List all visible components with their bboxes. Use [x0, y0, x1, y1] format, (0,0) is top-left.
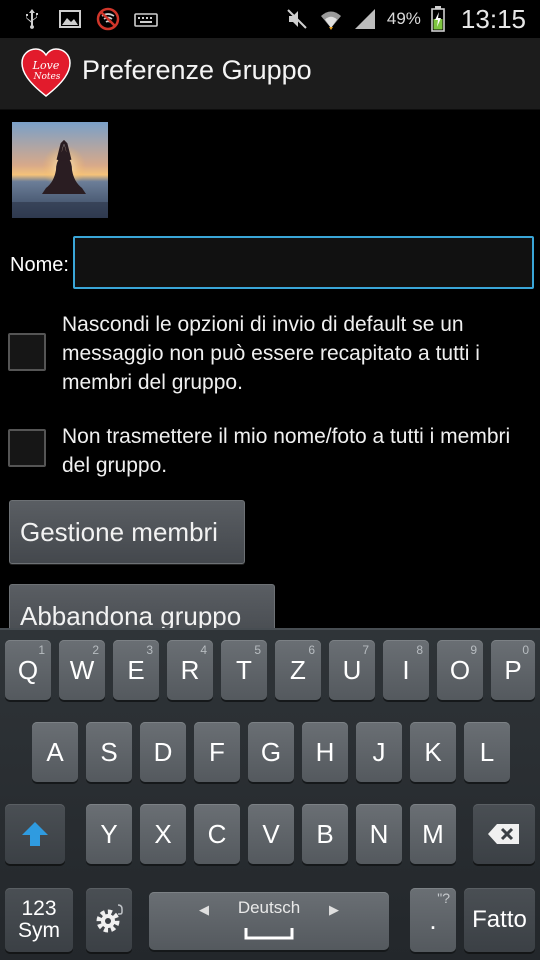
status-bar-right: 49% 13:15 — [285, 0, 526, 38]
key-u-number: 7 — [362, 643, 369, 657]
language-left-arrow-icon: ◀ — [199, 902, 209, 917]
mute-icon — [287, 9, 307, 29]
key-k[interactable]: K — [410, 722, 456, 782]
option-hide-default-send[interactable]: Nascondi le opzioni di invio di default … — [8, 310, 536, 397]
settings-key[interactable] — [86, 888, 132, 952]
key-j[interactable]: J — [356, 722, 402, 782]
symbols-key[interactable]: 123 Sym — [5, 888, 73, 952]
key-z[interactable]: 6Z — [275, 640, 321, 700]
space-bar-icon — [244, 928, 294, 940]
battery-percent: 49% — [386, 9, 421, 28]
no-broadcast-identity-label: Non trasmettere il mio nome/foto a tutti… — [62, 425, 511, 477]
key-i[interactable]: 8I — [383, 640, 429, 700]
keyboard-icon — [134, 13, 158, 27]
key-t-label: T — [236, 654, 252, 685]
key-z-label: Z — [290, 654, 306, 685]
key-v[interactable]: V — [248, 804, 294, 864]
done-key[interactable]: Fatto — [464, 888, 535, 952]
key-a[interactable]: A — [32, 722, 78, 782]
logo-text-line1: Love — [32, 59, 60, 72]
status-bar-left — [20, 6, 158, 32]
love-notes-logo[interactable]: Love Notes — [20, 48, 72, 98]
shift-key[interactable] — [5, 804, 65, 864]
key-r-label: R — [180, 654, 200, 685]
key-q[interactable]: 1Q — [5, 640, 51, 700]
key-c[interactable]: C — [194, 804, 240, 864]
onscreen-keyboard: 1Q 2W 3E 4R 5T 6Z 7U 8I 9O 0P A S D F G … — [0, 628, 540, 960]
key-o[interactable]: 9O — [437, 640, 483, 700]
key-y[interactable]: Y — [86, 804, 132, 864]
no-broadcast-identity-checkbox[interactable] — [8, 429, 46, 467]
leave-group-button[interactable]: Abbandona gruppo — [9, 584, 275, 628]
period-key[interactable]: "? . — [410, 888, 456, 952]
key-b[interactable]: B — [302, 804, 348, 864]
key-w[interactable]: 2W — [59, 640, 105, 700]
key-i-number: 8 — [416, 643, 423, 657]
key-h[interactable]: H — [302, 722, 348, 782]
battery-charging-icon — [431, 6, 445, 32]
period-key-alt: "? — [437, 890, 450, 906]
group-photo[interactable] — [12, 122, 108, 218]
key-q-label: Q — [17, 654, 39, 685]
symbols-key-line2: Sym — [18, 919, 60, 942]
key-e-label: E — [127, 654, 145, 685]
key-p[interactable]: 0P — [491, 640, 535, 700]
key-t-number: 5 — [254, 643, 261, 657]
key-g[interactable]: G — [248, 722, 294, 782]
logo-text-line2: Notes — [33, 72, 61, 82]
key-r[interactable]: 4R — [167, 640, 213, 700]
key-n[interactable]: N — [356, 804, 402, 864]
key-p-number: 0 — [522, 643, 529, 657]
clock: 13:15 — [460, 3, 526, 34]
action-bar: Love Notes Preferenze Gruppo — [0, 38, 540, 110]
language-right-arrow-icon: ▶ — [329, 902, 339, 917]
space-key[interactable]: Deutsch ◀ ▶ — [149, 892, 389, 950]
key-r-number: 4 — [200, 643, 207, 657]
key-d[interactable]: D — [140, 722, 186, 782]
cellular-signal-icon — [354, 9, 375, 29]
shift-arrow-icon — [22, 822, 48, 846]
key-z-number: 6 — [308, 643, 315, 657]
usb-icon — [26, 9, 38, 29]
gear-icon — [96, 904, 123, 933]
page-title: Preferenze Gruppo — [82, 55, 312, 85]
name-field[interactable] — [73, 236, 534, 289]
backspace-icon — [488, 824, 519, 844]
no-signal-icon — [96, 7, 120, 31]
key-f[interactable]: F — [194, 722, 240, 782]
name-label: Nome: — [10, 254, 69, 276]
hide-default-send-label: Nascondi le opzioni di invio di default … — [62, 313, 480, 394]
period-key-label: . — [429, 904, 437, 935]
key-t[interactable]: 5T — [221, 640, 267, 700]
key-q-number: 1 — [38, 643, 45, 657]
option-no-broadcast-identity[interactable]: Non trasmettere il mio nome/foto a tutti… — [8, 422, 536, 480]
manage-members-button[interactable]: Gestione membri — [9, 500, 245, 564]
key-w-label: W — [69, 654, 95, 685]
key-x[interactable]: X — [140, 804, 186, 864]
key-s[interactable]: S — [86, 722, 132, 782]
image-icon — [59, 10, 81, 28]
key-m[interactable]: M — [410, 804, 456, 864]
hide-default-send-checkbox[interactable] — [8, 333, 46, 371]
wifi-icon — [320, 11, 341, 30]
key-w-number: 2 — [92, 643, 99, 657]
key-u[interactable]: 7U — [329, 640, 375, 700]
key-o-number: 9 — [470, 643, 477, 657]
symbols-key-line1: 123 — [21, 897, 57, 920]
space-key-language: Deutsch — [237, 898, 301, 917]
group-preferences-form: Nome: Nascondi le opzioni di invio di de… — [0, 110, 540, 628]
key-i-label: I — [402, 654, 410, 685]
key-o-label: O — [449, 654, 471, 685]
key-e[interactable]: 3E — [113, 640, 159, 700]
key-u-label: U — [342, 654, 362, 685]
status-bar: 49% 13:15 — [0, 0, 540, 38]
key-e-number: 3 — [146, 643, 153, 657]
key-l[interactable]: L — [464, 722, 510, 782]
backspace-key[interactable] — [473, 804, 535, 864]
key-p-label: P — [504, 654, 522, 685]
